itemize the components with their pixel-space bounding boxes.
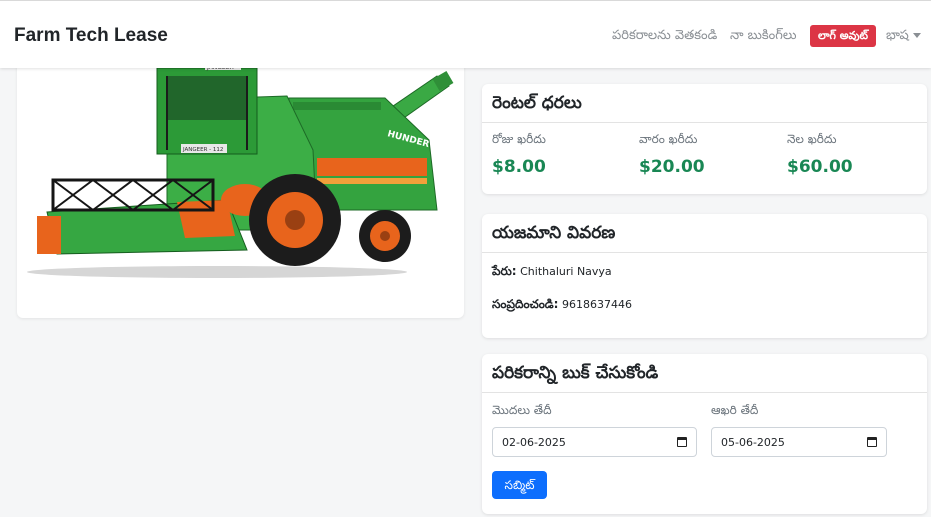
booking-card: పరికరాన్ని బుక్ చేసుకోండి మొదలు తేదీ 02-… bbox=[482, 354, 927, 514]
weekly-rate-value: $20.00 bbox=[639, 157, 705, 177]
owner-details-card: యజమాని వివరణ పేరు: Chithaluri Navya సంప్… bbox=[482, 214, 927, 338]
owner-name-value: Chithaluri Navya bbox=[520, 265, 612, 278]
monthly-rate-value: $60.00 bbox=[787, 157, 853, 177]
combine-harvester-image: HUNDER JANGEER JANGEER - 112 bbox=[27, 50, 454, 278]
daily-rate-label: రోజు ఖరీదు bbox=[492, 132, 546, 146]
language-dropdown[interactable]: భాష bbox=[886, 28, 921, 46]
monthly-rate-label: నెల ఖరీదు bbox=[787, 132, 837, 146]
calendar-icon[interactable] bbox=[677, 437, 687, 447]
booking-title: పరికరాన్ని బుక్ చేసుకోండి bbox=[482, 354, 927, 393]
daily-rate-value: $8.00 bbox=[492, 157, 546, 177]
navbar: Farm Tech Lease పరికరాలను వెతకండి నా బుక… bbox=[0, 0, 931, 68]
end-date-value: 05-06-2025 bbox=[721, 436, 785, 449]
owner-contact-value: 9618637446 bbox=[561, 298, 632, 311]
brand-logo[interactable]: Farm Tech Lease bbox=[14, 25, 168, 47]
start-date-value: 02-06-2025 bbox=[502, 436, 566, 449]
owner-contact-row: సంప్రదించండి: 9618637446 bbox=[492, 297, 632, 314]
end-date-input[interactable]: 05-06-2025 bbox=[711, 427, 887, 457]
rental-rates-title: రెంటల్ ధరలు bbox=[482, 84, 927, 123]
owner-name-label: పేరు: bbox=[492, 264, 517, 278]
rental-rates-card: రెంటల్ ధరలు రోజు ఖరీదు $8.00 వారం ఖరీదు … bbox=[482, 84, 927, 194]
calendar-icon[interactable] bbox=[867, 437, 877, 447]
start-date-input[interactable]: 02-06-2025 bbox=[492, 427, 697, 457]
owner-details-title: యజమాని వివరణ bbox=[482, 214, 927, 253]
language-label: భాష bbox=[886, 28, 909, 43]
monthly-rate: నెల ఖరీదు $60.00 bbox=[787, 132, 853, 177]
owner-name-row: పేరు: Chithaluri Navya bbox=[492, 264, 612, 281]
nav-my-bookings[interactable]: నా బుకింగ్‌లు bbox=[730, 28, 797, 46]
submit-button[interactable]: సబ్మిట్ bbox=[492, 471, 547, 499]
start-date-label: మొదలు తేదీ bbox=[492, 403, 552, 417]
owner-contact-label: సంప్రదించండి: bbox=[492, 297, 559, 311]
equipment-image-card: HUNDER JANGEER JANGEER - 112 bbox=[17, 40, 464, 318]
chevron-down-icon bbox=[912, 33, 921, 38]
nav-browse-equipment[interactable]: పరికరాలను వెతకండి bbox=[612, 28, 717, 46]
logout-button[interactable]: లాగ్ అవుట్ bbox=[810, 25, 877, 47]
end-date-label: ఆఖరి తేదీ bbox=[711, 403, 759, 417]
daily-rate: రోజు ఖరీదు $8.00 bbox=[492, 132, 546, 177]
weekly-rate: వారం ఖరీదు $20.00 bbox=[639, 132, 705, 177]
body-label-plate: JANGEER - 112 bbox=[182, 147, 223, 153]
weekly-rate-label: వారం ఖరీదు bbox=[639, 132, 698, 146]
